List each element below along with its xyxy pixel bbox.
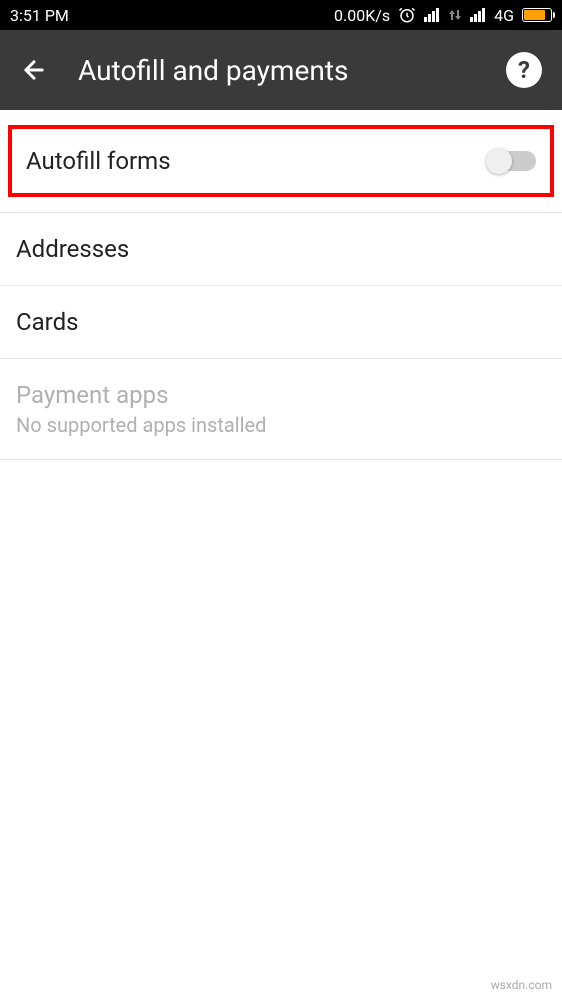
- payment-apps-row: Payment apps No supported apps installed: [0, 359, 562, 460]
- status-time: 3:51 PM: [10, 6, 69, 25]
- network-label: 4G: [494, 6, 514, 25]
- cards-label: Cards: [16, 308, 546, 336]
- battery-icon: [522, 8, 552, 22]
- help-icon: ?: [518, 56, 530, 84]
- payment-apps-subtitle: No supported apps installed: [16, 413, 546, 437]
- settings-list: Autofill forms Addresses Cards Payment a…: [0, 125, 562, 460]
- autofill-forms-label: Autofill forms: [26, 147, 488, 175]
- autofill-forms-toggle[interactable]: [488, 151, 536, 171]
- cards-row[interactable]: Cards: [0, 286, 562, 359]
- highlighted-autofill-forms: Autofill forms: [8, 125, 554, 197]
- payment-apps-label: Payment apps: [16, 381, 546, 409]
- data-rate: 0.00K/s: [334, 6, 390, 25]
- addresses-label: Addresses: [16, 235, 546, 263]
- watermark: wsxdn.com: [491, 978, 552, 992]
- addresses-row[interactable]: Addresses: [0, 213, 562, 286]
- alarm-icon: [398, 6, 416, 24]
- status-right: 0.00K/s 4G: [334, 6, 552, 25]
- status-bar: 3:51 PM 0.00K/s 4G: [0, 0, 562, 30]
- app-bar: Autofill and payments ?: [0, 30, 562, 110]
- data-arrows-icon: [448, 8, 462, 22]
- signal-icon-2: [470, 8, 486, 22]
- toggle-knob: [486, 148, 512, 174]
- page-title: Autofill and payments: [78, 54, 476, 87]
- autofill-forms-row[interactable]: Autofill forms: [12, 129, 550, 193]
- help-button[interactable]: ?: [506, 52, 542, 88]
- back-button[interactable]: [20, 56, 48, 84]
- signal-icon: [424, 8, 440, 22]
